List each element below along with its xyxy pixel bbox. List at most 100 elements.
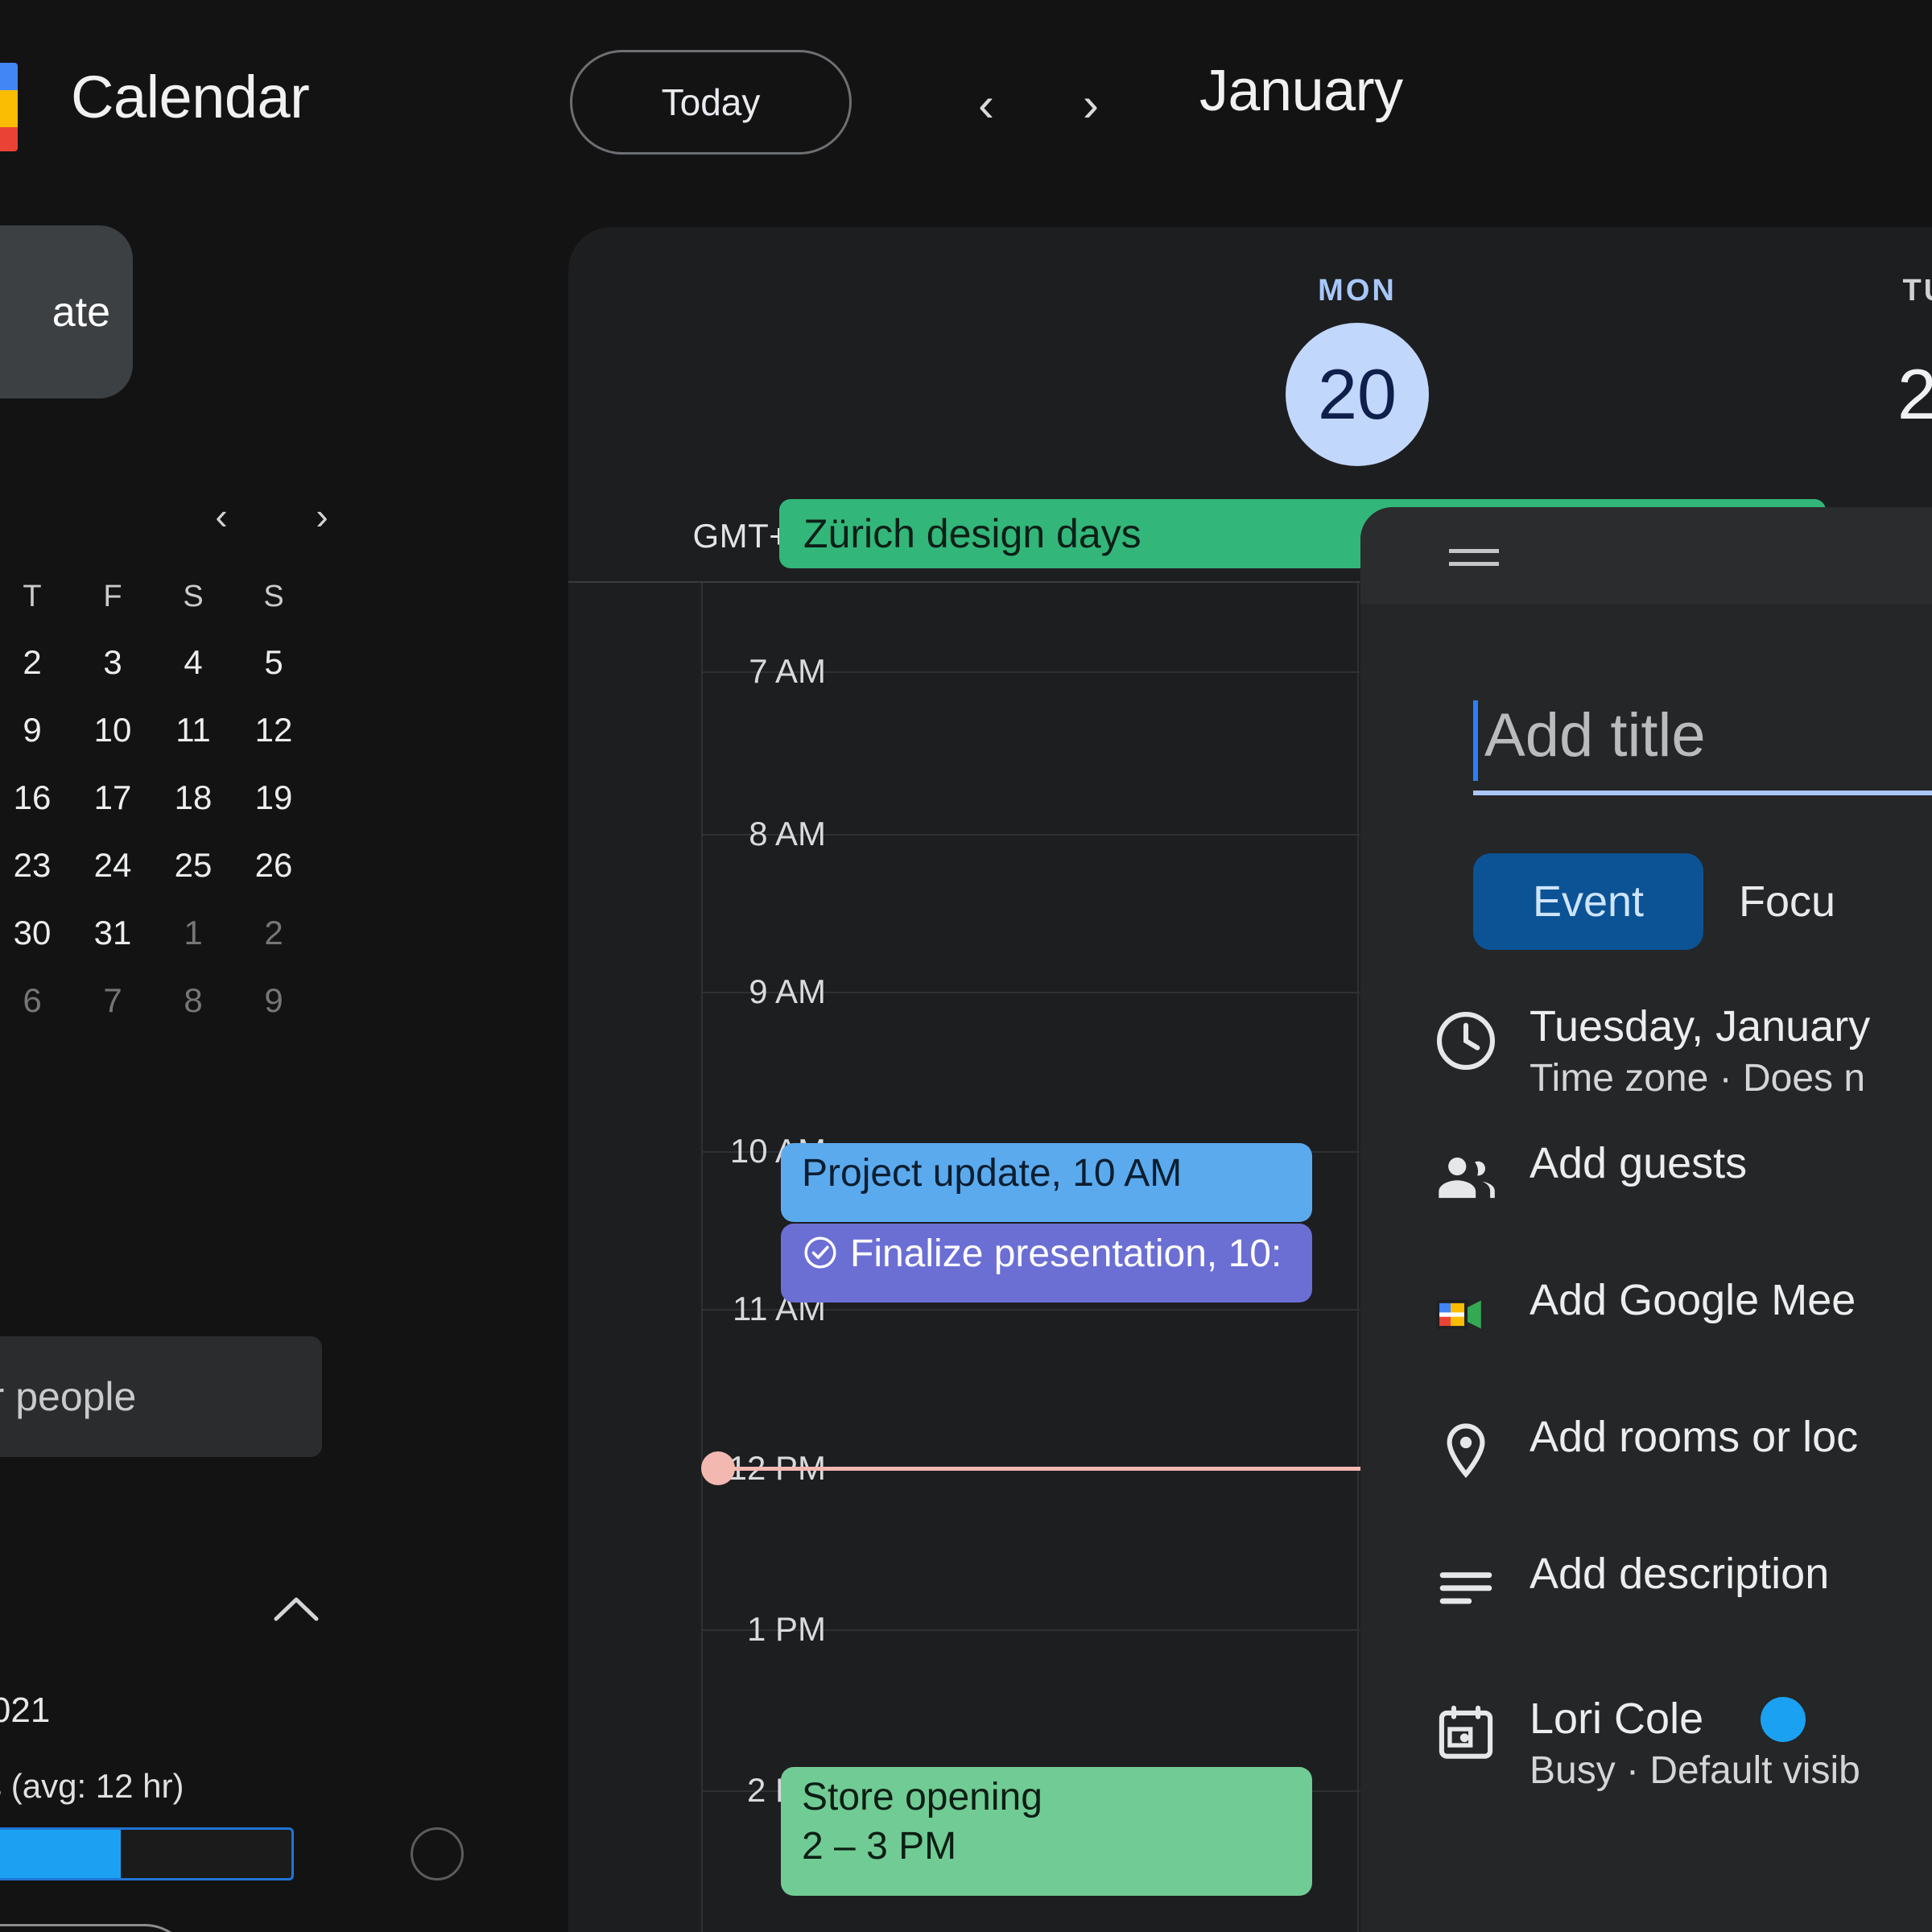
today-button-label: Today [661,81,761,123]
event-title-input[interactable]: Add title [1473,700,1932,797]
app-title: Calendar [71,64,310,130]
mini-calendar-day-header: S [263,580,284,613]
mini-calendar-next-button[interactable]: › [294,488,350,544]
chevron-left-icon: ‹ [978,77,994,131]
add-rooms-label: Add rooms or loc [1530,1413,1859,1461]
mini-calendar-day[interactable]: 24 [72,846,153,885]
mini-calendar-day[interactable]: 7 [72,981,153,1020]
day-number: 21 [1897,354,1932,434]
mini-calendar-day[interactable]: 4 [153,643,233,682]
insights-progress-fill [0,1830,121,1878]
mini-calendar-day[interactable]: 3 [72,643,153,682]
mini-calendar-day-header: F [103,580,122,613]
app-root: Calendar Today ‹ › January ate 2022 ‹ › [0,0,1932,1932]
day-of-week-label: TUE [1902,274,1932,308]
grid-spacer [314,981,394,1020]
grid-spacer [394,914,475,952]
drag-handle-icon[interactable] [1449,562,1499,566]
grid-vertical-line [701,583,703,1932]
day-number-today: 20 [1286,323,1429,466]
text-cursor [1473,700,1478,781]
mini-calendar-day[interactable]: 19 [233,778,314,817]
grid-spacer [314,711,394,749]
mini-calendar-day[interactable]: 5 [233,643,314,682]
mini-calendar-day[interactable]: 9 [0,711,72,749]
mini-calendar-day[interactable]: 16 [0,778,72,817]
location-pin-icon [1431,1417,1501,1486]
dialog-tabs: Event Focu [1473,853,1835,950]
mini-calendar-day[interactable]: 10 [72,711,153,749]
mini-calendar-day[interactable]: 31 [72,914,153,952]
tab-event-label: Event [1532,877,1645,926]
mini-calendar-day[interactable]: 2 [233,914,314,952]
grid-spacer [394,580,475,614]
mini-calendar-day[interactable]: 12 [233,711,314,749]
insights-section-header[interactable]: ghts [0,1586,378,1642]
mini-calendar-prev-button[interactable]: ‹ [193,488,250,544]
insights-progress-bar [0,1827,294,1880]
mini-calendar-day-header: T [23,580,42,613]
sidebar-filter-label: n... [0,1272,161,1315]
grid-spacer [314,846,394,885]
current-month-label: January [1199,59,1403,123]
mini-calendar-day[interactable]: 17 [72,778,153,817]
mini-calendar-day[interactable]: 18 [153,778,233,817]
mini-calendar-header: 2022 ‹ › [0,483,475,555]
chevron-left-icon: ‹ [215,495,228,537]
calendar-event[interactable]: Project update, 10 AM [781,1143,1312,1222]
mini-calendar-day[interactable]: 25 [153,846,233,885]
insights-metric-label: etings (avg: 12 hr) [0,1767,184,1805]
calendar-event-time: 2 – 3 PM [802,1825,957,1868]
people-icon [1431,1143,1501,1212]
chevron-up-icon[interactable] [274,1587,319,1632]
mini-calendar-day[interactable]: 11 [153,711,233,749]
grid-spacer [394,711,475,749]
event-date-text: Tuesday, January [1530,1002,1871,1051]
day-column-header-mon[interactable]: MON 20 [1067,227,1647,466]
mini-calendar-day[interactable]: 2 [0,643,72,682]
mini-calendar-day[interactable]: 6 [0,981,72,1020]
mini-calendar-day[interactable]: 1 [153,914,233,952]
grid-spacer [394,981,475,1020]
calendar-color-dot [1761,1697,1806,1742]
hour-label: 9 AM [749,972,826,1010]
insights-toggle-knob[interactable] [411,1827,464,1880]
previous-period-button[interactable]: ‹ [954,72,1018,137]
today-button[interactable]: Today [570,50,852,155]
drag-handle-icon[interactable] [1449,549,1499,553]
mini-calendar-day[interactable]: 8 [153,981,233,1020]
calendar-event-title: Project update, 10 AM [802,1152,1183,1195]
calendar-event[interactable]: Finalize presentation, 10: [781,1224,1312,1302]
top-app-bar: Calendar Today ‹ › January [0,0,1932,217]
insights-date-range: , 2021 [0,1690,51,1730]
calendar-icon [1431,1699,1501,1768]
chevron-right-icon: › [316,495,328,537]
create-event-button[interactable]: ate [0,225,133,398]
calendar-event-title: Finalize presentation, 10: [850,1232,1282,1275]
grid-spacer [394,846,475,885]
calendar-event-title: Store opening [802,1776,1042,1818]
search-for-people-input[interactable]: earch for people [0,1336,322,1457]
mini-calendar-day-header: S [183,580,204,613]
tab-focus-time[interactable]: Focu [1739,877,1835,927]
next-period-button[interactable]: › [1059,72,1123,137]
add-google-meet-label: Add Google Mee [1530,1276,1856,1324]
add-description-label: Add description [1530,1550,1830,1598]
grid-spacer [394,643,475,682]
dialog-title-bar[interactable] [1360,507,1932,604]
grid-vertical-line [1357,583,1359,1932]
day-column-header-tue[interactable]: TUE 21 [1647,227,1932,466]
mini-calendar-day[interactable]: 9 [233,981,314,1020]
google-meet-icon [1431,1280,1501,1349]
create-button-label: ate [52,288,110,336]
grid-spacer [314,914,394,952]
mini-calendar-day[interactable]: 30 [0,914,72,952]
event-creation-dialog: Add title Event Focu Tuesday, January Ti… [1360,507,1932,1932]
hour-label: 7 AM [749,652,826,690]
grid-spacer [314,778,394,817]
calendar-event[interactable]: Store opening 2 – 3 PM [781,1767,1312,1896]
tab-event[interactable]: Event [1473,853,1703,950]
sidebar-bottom-pill-button[interactable] [0,1924,193,1932]
mini-calendar-day[interactable]: 26 [233,846,314,885]
mini-calendar-day[interactable]: 23 [0,846,72,885]
